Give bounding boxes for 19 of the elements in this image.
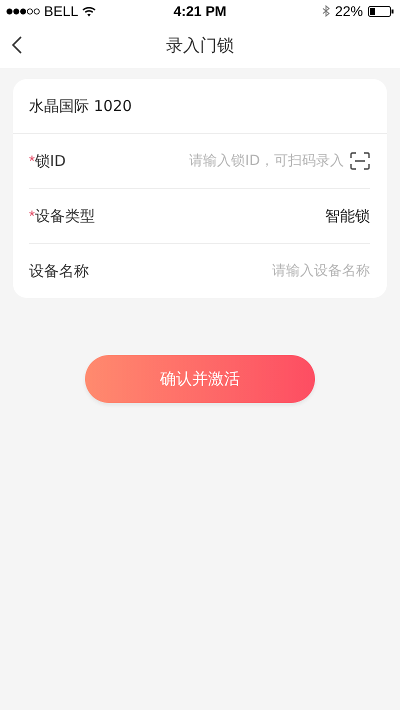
- property-name: 水晶国际 1020: [29, 96, 132, 116]
- field-label: 设备名称: [29, 262, 89, 280]
- required-mark: *: [29, 208, 35, 224]
- wifi-icon: [82, 6, 96, 16]
- battery-icon: [368, 6, 394, 16]
- input-field[interactable]: 请输入设备名称: [180, 263, 370, 279]
- bluetooth-icon: [322, 5, 330, 17]
- device-type-value[interactable]: 智能锁: [325, 206, 370, 226]
- status-time: 4:21 PM: [174, 3, 226, 19]
- signal-icon: [6, 8, 40, 14]
- field-label: 锁ID: [34, 152, 66, 170]
- back-icon[interactable]: [12, 36, 22, 54]
- scan-icon[interactable]: [350, 152, 370, 170]
- required-mark: *: [29, 152, 35, 170]
- carrier-name: BELL: [44, 3, 78, 19]
- battery-percent: 22%: [334, 3, 363, 19]
- input-field[interactable]: 请输入锁ID，可扫码录入: [154, 153, 344, 169]
- field-label: 设备类型: [34, 206, 95, 226]
- page-title: 录入门锁: [166, 34, 234, 56]
